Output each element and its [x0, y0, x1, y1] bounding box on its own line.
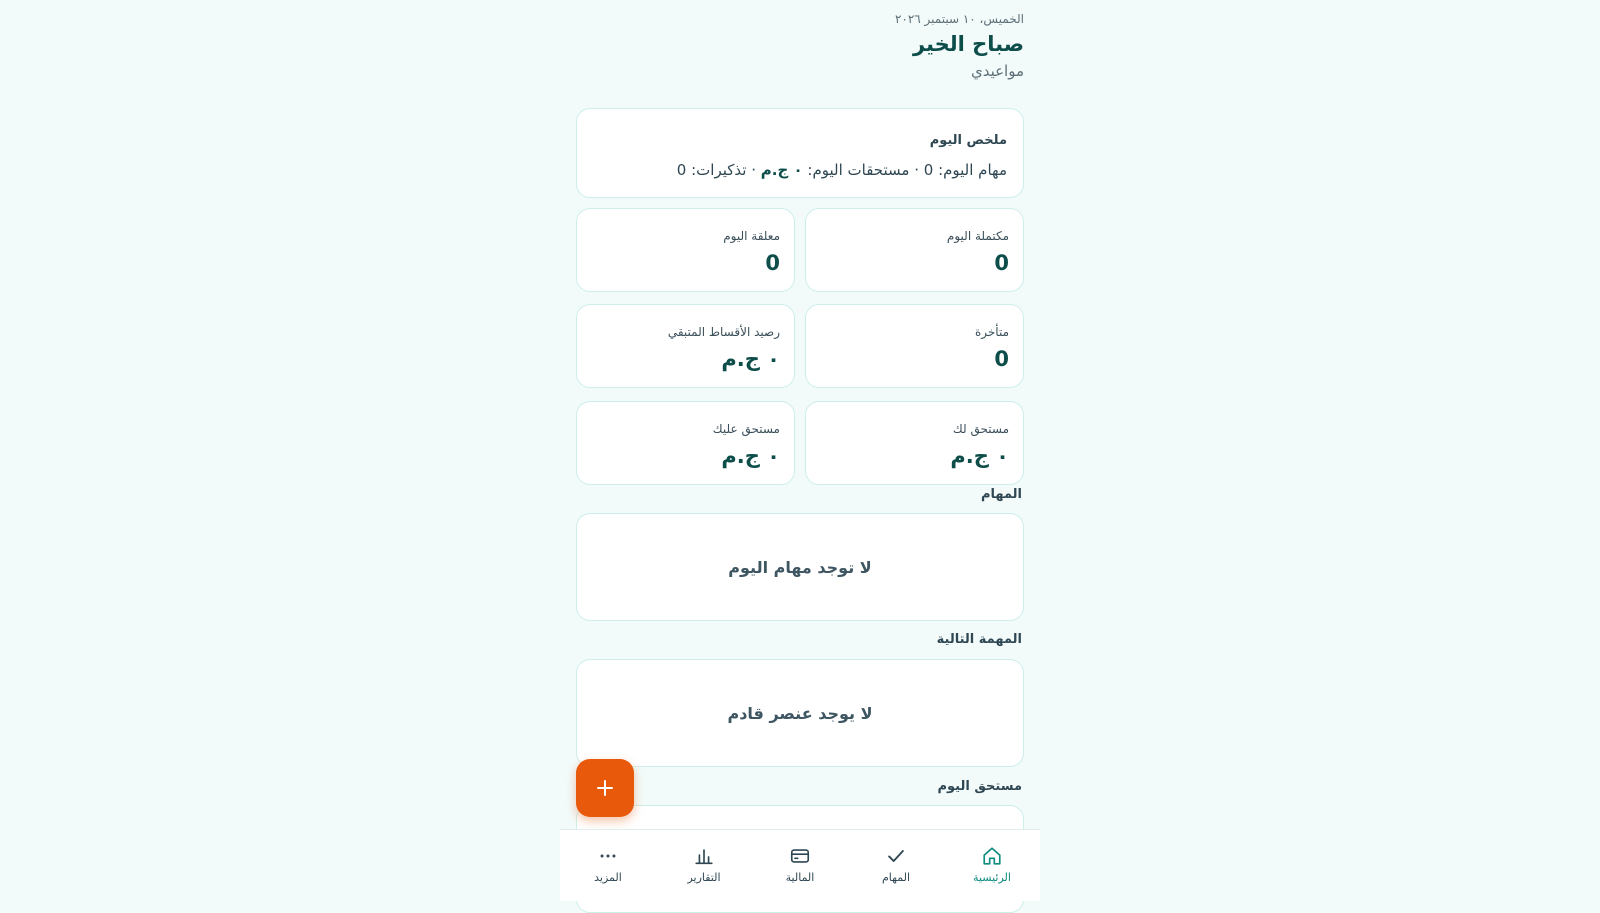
nav-item-finance[interactable]: المالية [752, 830, 848, 901]
nav-item-more[interactable]: المزيد [560, 830, 656, 901]
app-name: مواعيدي [970, 62, 1024, 80]
nav-label: المهام [882, 871, 910, 884]
summary-dues-value: ٠ ج.م [760, 161, 803, 179]
next-task-section-title: المهمة التالية [936, 632, 1022, 647]
more-icon [600, 854, 616, 858]
summary-reminders: · تذكيرات: 0 [676, 161, 761, 179]
stat-card-owed-to-you[interactable]: مستحق لك ٠ ج.م [805, 401, 1024, 485]
nav-item-reports[interactable]: التقارير [656, 830, 752, 901]
stat-value: 0 [994, 251, 1009, 275]
stat-label: رصيد الأقساط المتبقي [667, 325, 780, 339]
stat-value: 0 [994, 347, 1009, 371]
add-button[interactable] [576, 759, 634, 817]
nav-item-tasks[interactable]: المهام [848, 830, 944, 901]
stat-card-pending-today[interactable]: معلقة اليوم 0 [576, 208, 795, 292]
stat-label: متأخرة [974, 325, 1009, 339]
tasks-empty-message: لا توجد مهام اليوم [728, 558, 872, 577]
stat-card-installments-balance[interactable]: رصيد الأقساط المتبقي ٠ ج.م [576, 304, 795, 388]
nav-item-home[interactable]: الرئيسية [944, 830, 1040, 901]
wallet-icon [790, 849, 810, 863]
summary-tasks: مهام اليوم: 0 · [909, 161, 1007, 179]
daily-summary-card: ملخص اليوم مهام اليوم: 0 · مستحقات اليوم… [576, 108, 1024, 198]
nav-label: الرئيسية [973, 871, 1011, 884]
tasks-card: لا توجد مهام اليوم [576, 513, 1024, 621]
summary-dues-label: مستحقات اليوم: [802, 161, 910, 179]
tasks-section-title: المهام [980, 487, 1022, 502]
stat-value: ٠ ج.م [721, 444, 780, 468]
summary-line: مهام اليوم: 0 · مستحقات اليوم: ٠ ج.م · ت… [677, 161, 1007, 179]
check-icon [888, 850, 904, 862]
stat-value: ٠ ج.م [950, 444, 1009, 468]
current-date: الخميس، ١٠ سبتمبر ٢٠٢٦ [894, 12, 1024, 26]
nav-label: المزيد [594, 871, 622, 884]
nav-label: المالية [785, 871, 815, 884]
next-task-empty-message: لا يوجد عنصر قادم [727, 704, 873, 723]
stat-value: 0 [765, 251, 780, 275]
greeting-title: صباح الخير [912, 32, 1024, 56]
stat-card-overdue[interactable]: متأخرة 0 [805, 304, 1024, 388]
stat-label: مستحق لك [952, 422, 1009, 436]
home-icon [983, 847, 1001, 865]
stat-label: مكتملة اليوم [946, 229, 1009, 243]
nav-label: التقارير [687, 871, 721, 884]
stat-card-completed-today[interactable]: مكتملة اليوم 0 [805, 208, 1024, 292]
bottom-navigation: الرئيسية المهام المالية التقارير المزيد [560, 829, 1040, 901]
stat-label: مستحق عليك [712, 422, 780, 436]
plus-icon [597, 780, 613, 796]
bar-chart-icon [695, 849, 713, 865]
due-today-section-title: مستحق اليوم [937, 779, 1022, 794]
stat-label: معلقة اليوم [723, 229, 780, 243]
next-task-card: لا يوجد عنصر قادم [576, 659, 1024, 767]
stat-card-you-owe[interactable]: مستحق عليك ٠ ج.م [576, 401, 795, 485]
app-screen: الخميس، ١٠ سبتمبر ٢٠٢٦ صباح الخير مواعيد… [560, 0, 1040, 913]
summary-title: ملخص اليوم [929, 133, 1007, 148]
stat-value: ٠ ج.م [721, 347, 780, 371]
